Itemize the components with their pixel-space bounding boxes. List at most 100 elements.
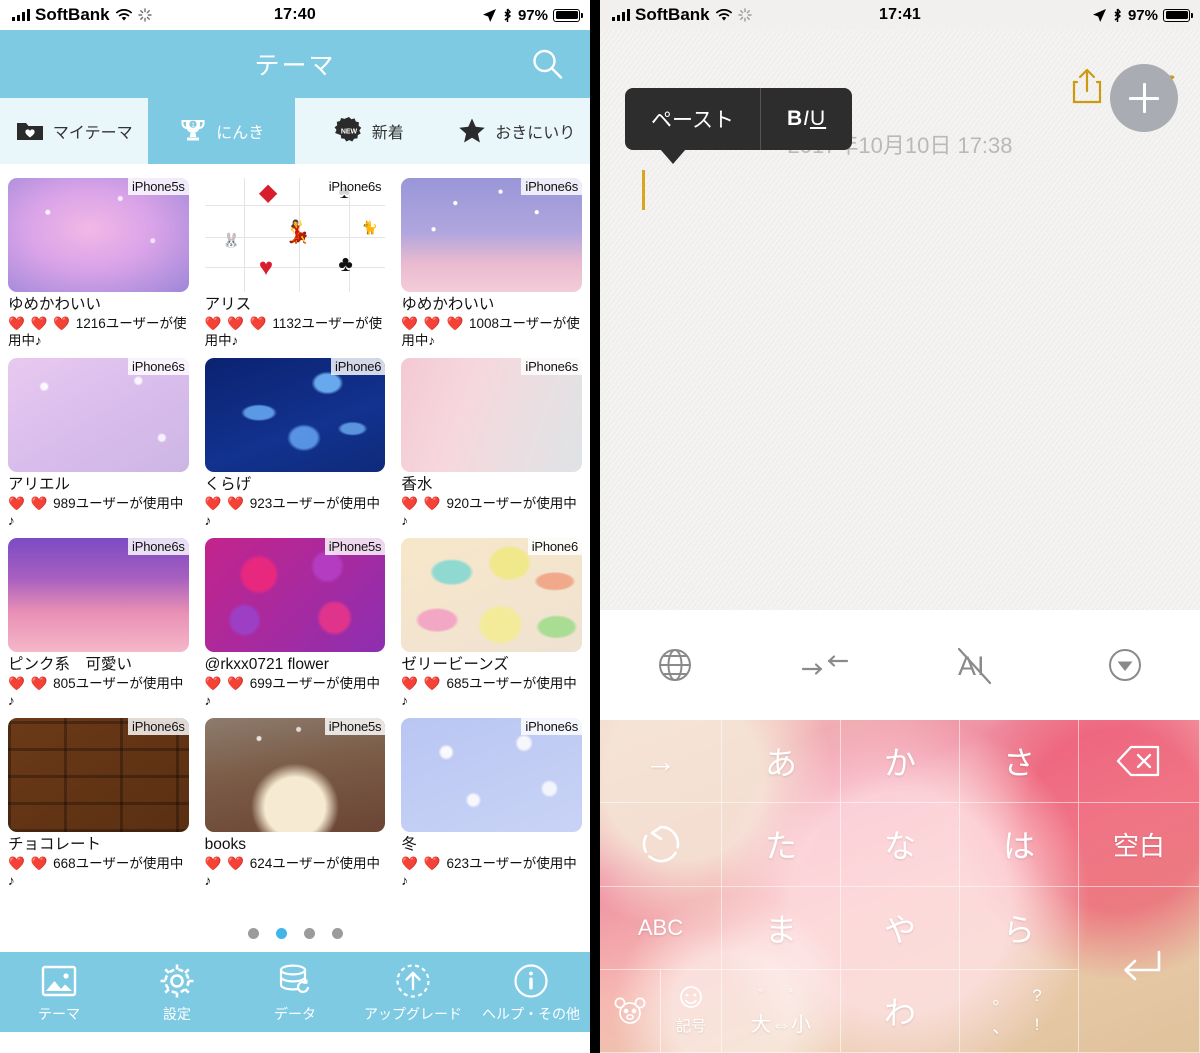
- theme-usage-meta: ❤️ ❤️ 805ユーザーが使用中♪: [8, 675, 189, 710]
- tabbar-item-help[interactable]: ヘルプ・その他: [472, 952, 590, 1032]
- key-emoji-symbol[interactable]: 記号: [600, 969, 722, 1053]
- punct-ten[interactable]: 、: [993, 1013, 1010, 1038]
- theme-thumbnail[interactable]: iPhone6s: [401, 178, 582, 292]
- theme-card[interactable]: iPhone6s 香水 ❤️ ❤️ 920ユーザーが使用中♪: [393, 352, 590, 532]
- tab-label: おきにいり: [495, 125, 576, 142]
- punct-exclaim[interactable]: !: [1035, 1015, 1040, 1035]
- theme-thumbnail[interactable]: iPhone6s: [401, 717, 582, 832]
- format-biu-menu-item[interactable]: BIU: [759, 88, 852, 150]
- add-attachment-button[interactable]: [1110, 64, 1178, 132]
- category-tabs: マイテーマ 1 にんき NEW 新着 おきにいり: [0, 98, 590, 164]
- theme-thumbnail[interactable]: iPhone6s: [401, 357, 582, 472]
- theme-thumbnail[interactable]: iPhone5s: [204, 537, 386, 652]
- heart-suit-icon: ♥: [258, 253, 274, 281]
- device-badge: iPhone5s: [324, 537, 386, 555]
- key-abc[interactable]: ABC: [600, 886, 722, 970]
- theme-card[interactable]: iPhone5s @rkxx0721 flower ❤️ ❤️ 699ユーザーが使用…: [197, 532, 394, 712]
- hide-keyboard-icon[interactable]: [1050, 642, 1200, 688]
- page-dot[interactable]: [275, 927, 287, 939]
- theme-card[interactable]: iPhone6 くらげ ❤️ ❤️ 923ユーザーが使用中♪: [197, 352, 394, 532]
- theme-thumbnail[interactable]: iPhone6s: [8, 537, 189, 652]
- key-wa[interactable]: わ: [841, 969, 960, 1053]
- key-next[interactable]: →: [600, 720, 722, 804]
- cat-silhouette-icon: 🐈: [361, 220, 379, 236]
- theme-card[interactable]: iPhone6s ピンク系 可愛い ❤️ ❤️ 805ユーザーが使用中♪: [0, 532, 197, 712]
- theme-card[interactable]: ◆♠♥♣💃🐰🐈iPhone6sアリス❤️ ❤️ ❤️ 1132ユーザーが使用中♪: [197, 172, 394, 352]
- case-toggle-label: 大⇔小: [751, 1013, 811, 1036]
- page-dot[interactable]: [247, 927, 259, 939]
- theme-grid: iPhone5sゆめかわいい❤️ ❤️ ❤️ 1216ユーザーが使用中♪◆♠♥♣…: [0, 172, 590, 892]
- page-dot[interactable]: [331, 927, 343, 939]
- device-badge: iPhone6s: [128, 357, 189, 375]
- heart-rating-icons: ❤️ ❤️ ❤️: [8, 315, 76, 331]
- theme-thumbnail[interactable]: iPhone6s: [8, 357, 189, 472]
- key-ta[interactable]: た: [722, 803, 841, 887]
- theme-card[interactable]: iPhone5s ゆめかわいい ❤️ ❤️ ❤️ 1216ユーザーが使用中♪: [0, 172, 197, 352]
- heart-rating-icons: ❤️ ❤️: [8, 495, 54, 511]
- theme-card[interactable]: iPhone6s ゆめかわいい ❤️ ❤️ ❤️ 1008ユーザーが使用中♪: [393, 172, 590, 352]
- key-emoji[interactable]: [600, 970, 660, 1052]
- heart-rating-icons: ❤️ ❤️ ❤️: [401, 315, 470, 331]
- tab-favorites[interactable]: おきにいり: [443, 98, 591, 164]
- punct-question[interactable]: ?: [1032, 986, 1041, 1006]
- battery-icon: [1163, 8, 1193, 22]
- device-badge: iPhone6s: [521, 717, 582, 735]
- key-symbol[interactable]: 記号: [660, 969, 721, 1052]
- bottom-tab-bar: テーマ 設定 データ アップグレード ヘルプ・その他: [0, 952, 590, 1032]
- theme-thumbnail[interactable]: iPhone6: [204, 357, 386, 472]
- key-na[interactable]: な: [841, 803, 960, 887]
- tab-label: マイテーマ: [52, 125, 133, 142]
- theme-thumbnail[interactable]: ◆♠♥♣💃🐰🐈iPhone6s: [204, 178, 386, 292]
- search-icon[interactable]: [530, 47, 564, 81]
- tabbar-item-upgrade[interactable]: アップグレード: [354, 952, 472, 1032]
- share-icon[interactable]: [1070, 67, 1104, 105]
- theme-grid-wrapper: iPhone5sゆめかわいい❤️ ❤️ ❤️ 1216ユーザーが使用中♪◆♠♥♣…: [0, 164, 590, 914]
- tab-my-theme[interactable]: マイテーマ: [0, 98, 148, 164]
- theme-name: books: [204, 835, 247, 853]
- tabbar-item-settings[interactable]: 設定: [118, 952, 236, 1032]
- theme-card[interactable]: iPhone6s チョコレート ❤️ ❤️ 668ユーザーが使用中♪: [0, 712, 197, 892]
- bear-icon: [614, 997, 646, 1024]
- tabbar-label: 設定: [163, 1006, 191, 1022]
- heart-rating-icons: ❤️ ❤️: [401, 495, 447, 511]
- key-ya[interactable]: や: [841, 886, 960, 970]
- theme-thumbnail[interactable]: iPhone5s: [204, 717, 386, 832]
- key-ha[interactable]: は: [960, 803, 1079, 887]
- key-delete[interactable]: [1079, 720, 1200, 804]
- globe-icon[interactable]: [600, 642, 750, 688]
- key-space[interactable]: 空白: [1079, 803, 1200, 887]
- tabbar-item-theme[interactable]: テーマ: [0, 952, 118, 1032]
- key-ra[interactable]: ら: [960, 886, 1079, 970]
- key-case-toggle[interactable]: ゛ ゜大⇔小: [722, 969, 841, 1053]
- theme-thumbnail[interactable]: iPhone5s: [8, 178, 189, 292]
- page-dot[interactable]: [303, 927, 315, 939]
- key-a[interactable]: あ: [722, 720, 841, 804]
- device-badge: iPhone6s: [521, 357, 582, 375]
- punct-maru[interactable]: 。: [993, 984, 1010, 1009]
- key-ma[interactable]: ま: [722, 886, 841, 970]
- tab-label: にんき: [216, 125, 265, 142]
- theme-card[interactable]: iPhone6 ゼリービーンズ ❤️ ❤️ 685ユーザーが使用中♪: [393, 532, 590, 712]
- key-undo[interactable]: [600, 803, 722, 887]
- theme-card[interactable]: iPhone6s アリエル ❤️ ❤️ 989ユーザーが使用中♪: [0, 352, 197, 532]
- tabbar-item-data[interactable]: データ: [236, 952, 354, 1032]
- theme-thumbnail[interactable]: iPhone6: [401, 537, 582, 652]
- theme-card[interactable]: iPhone6s 冬 ❤️ ❤️ 623ユーザーが使用中♪: [393, 712, 590, 892]
- heart-rating-icons: ❤️ ❤️: [8, 855, 54, 871]
- key-punctuation[interactable]: 。? 、!: [960, 969, 1079, 1053]
- folder-heart-icon: [15, 116, 45, 146]
- theme-usage-meta: ❤️ ❤️ 699ユーザーが使用中♪: [205, 675, 386, 710]
- ai-off-icon[interactable]: A I: [900, 641, 1050, 689]
- text-context-menu[interactable]: ペースト BIU: [625, 88, 853, 164]
- paste-menu-item[interactable]: ペースト: [625, 88, 760, 150]
- key-return[interactable]: [1079, 886, 1200, 1053]
- note-editor-canvas[interactable]: 2017年10月10日 17:38 ペースト BIU 完了: [600, 30, 1200, 610]
- theme-thumbnail[interactable]: iPhone6s: [8, 717, 189, 832]
- tab-new[interactable]: NEW 新着: [295, 98, 443, 164]
- theme-card[interactable]: iPhone5s books ❤️ ❤️ 624ユーザーが使用中♪: [197, 712, 394, 892]
- page-indicator[interactable]: [0, 914, 590, 952]
- key-ka[interactable]: か: [841, 720, 960, 804]
- key-sa[interactable]: さ: [960, 720, 1079, 804]
- tab-popular[interactable]: 1 にんき: [147, 98, 295, 164]
- cursor-move-icon[interactable]: [750, 648, 900, 682]
